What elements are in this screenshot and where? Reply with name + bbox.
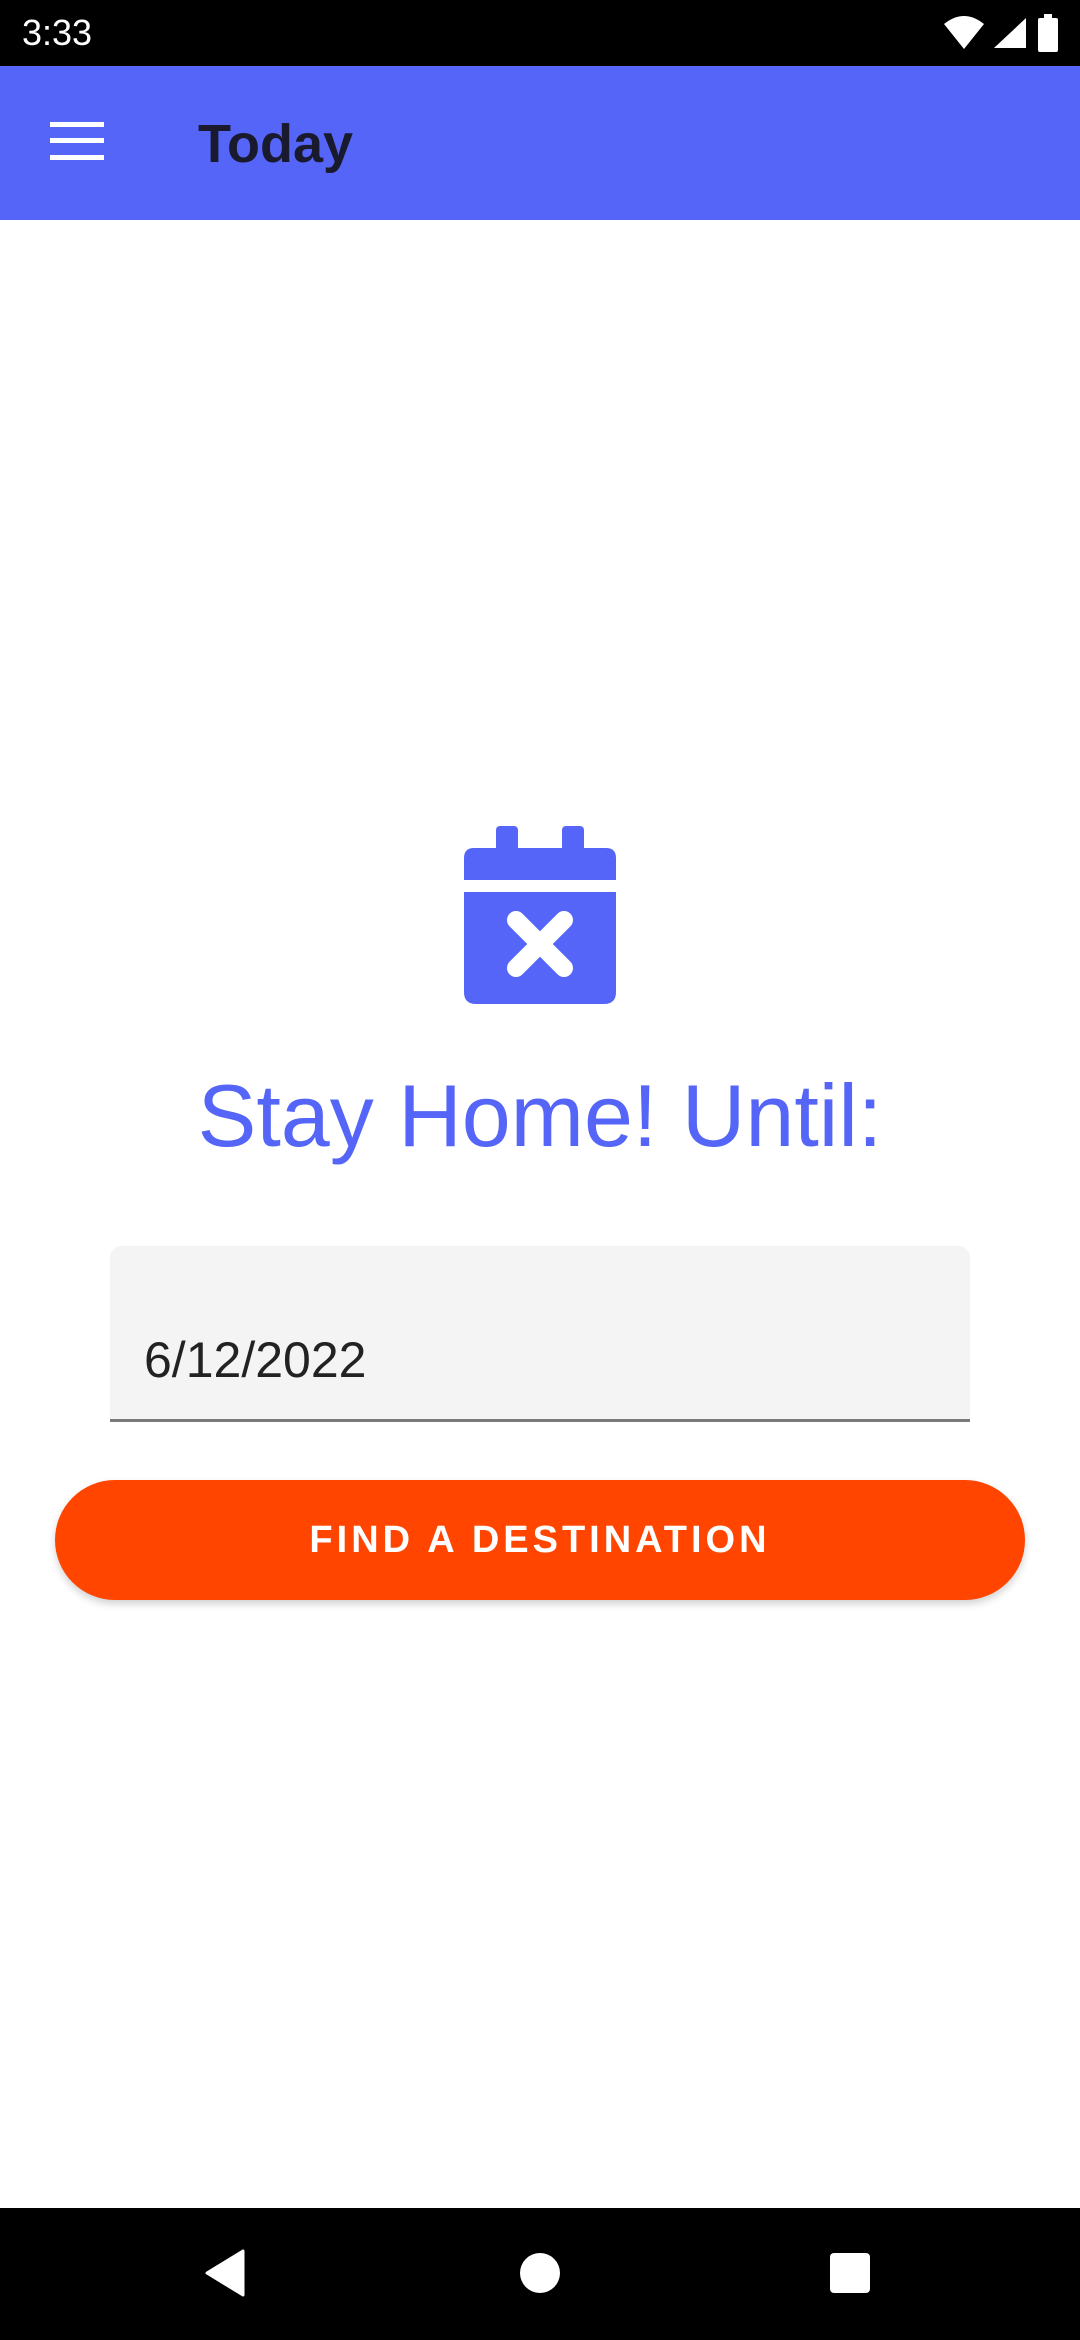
hamburger-menu-icon <box>50 121 104 165</box>
navigation-bar <box>0 2208 1080 2340</box>
find-destination-button[interactable]: FIND A DESTINATION <box>55 1480 1025 1600</box>
calendar-x-icon <box>460 826 620 1006</box>
status-icons <box>944 12 1060 54</box>
app-bar: Today <box>0 66 1080 220</box>
page-title: Today <box>198 114 354 174</box>
wifi-icon <box>944 16 984 50</box>
home-icon <box>518 2251 562 2300</box>
home-button[interactable] <box>495 2230 585 2320</box>
status-time: 3:33 <box>22 12 93 53</box>
recents-icon <box>829 2252 871 2299</box>
status-bar: 3:33 <box>0 0 1080 66</box>
menu-button[interactable] <box>22 98 132 188</box>
recents-button[interactable] <box>805 2230 895 2320</box>
date-value: 6/12/2022 <box>144 1332 367 1388</box>
screen: 3:33 Today Stay Home! Until: 6/12/2022 F… <box>0 0 1080 2340</box>
battery-icon <box>1036 14 1060 52</box>
find-destination-label: FIND A DESTINATION <box>309 1518 771 1561</box>
headline: Stay Home! Until: <box>197 1066 883 1165</box>
date-field[interactable]: 6/12/2022 <box>110 1246 970 1422</box>
back-icon <box>203 2249 247 2302</box>
back-button[interactable] <box>180 2230 270 2320</box>
signal-icon <box>992 16 1028 50</box>
